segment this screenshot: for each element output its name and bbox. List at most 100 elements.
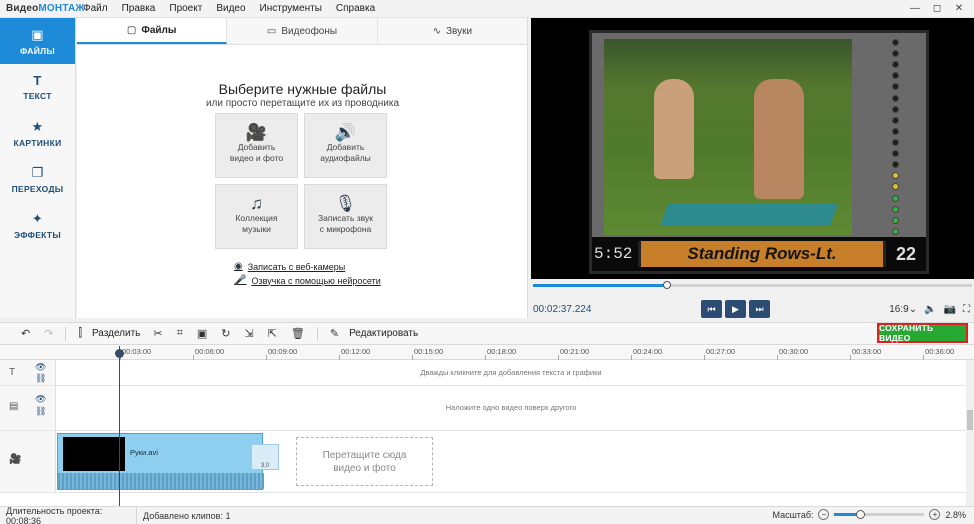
music-collection-button[interactable]: ♫ Коллекция музыки [215,184,298,249]
tile-label-line2: с микрофона [319,224,372,234]
tab-sounds[interactable]: ∿ Звуки [378,18,527,44]
voice-icon: 🎤 [234,275,247,286]
clip-name: Руки.avi [130,448,158,457]
menu-bar: Файл Правка Проект Видео Инструменты Спр… [76,3,382,14]
ruler-tick-label: 00:18:00 [487,347,517,356]
zoom-knob[interactable] [855,510,865,519]
menu-help[interactable]: Справка [329,3,382,14]
title-bar: ВидеоМОНТАЖ Файл Правка Проект Видео Инс… [0,0,974,18]
rotate-icon[interactable]: ↻ [214,327,237,340]
tab-label: Файлы [141,24,177,36]
caption-time: 5:52 [594,245,633,263]
ruler-tick-label: 00:24:00 [633,347,663,356]
record-microphone-button[interactable]: 🎙 Записать звук с микрофона [304,184,387,249]
text-track[interactable]: T 👁 ⛓ Дважды кликните для добавления тек… [0,360,966,386]
redo-icon[interactable]: ↷ [37,327,60,340]
tab-label: Звуки [445,25,473,37]
microphone-icon: 🎙 [334,194,357,213]
split-button[interactable]: Разделить [89,328,146,339]
close-icon[interactable]: ✕ [948,0,970,18]
sidebar-item-pictures[interactable]: ★ КАРТИНКИ [0,110,75,156]
video-clip[interactable]: Руки.avi [57,433,264,490]
overlay-track[interactable]: ▤ 👁 ⛓ Наложите одно видео поверх другого [0,386,966,431]
clips-label: Добавлено клипов: [143,510,223,521]
clip-audio-waveform [58,473,264,489]
menu-project[interactable]: Проект [162,3,209,14]
timeline-scrollbar[interactable] [966,360,974,506]
snapshot-icon[interactable]: 📷 [944,304,956,315]
zoom-in-icon[interactable]: + [929,509,941,520]
add-video-photo-button[interactable]: 🎥 Добавить видео и фото [215,113,298,178]
drop-zone[interactable]: Перетащите сюда видео и фото [296,437,433,486]
zoom-label: Масштаб: [772,509,814,520]
video-frame: 5:52 Standing Rows-Lt. 22 [589,30,929,274]
undo-icon[interactable]: ↶ [14,327,37,340]
link-label: Озвучка с помощью нейросети [251,275,381,286]
sidebar-item-text[interactable]: T ТЕКСТ [0,64,75,110]
minimize-icon[interactable]: — [904,0,926,18]
progress-fill [533,284,667,287]
magic-wand-icon: ✦ [31,210,44,226]
link-icon[interactable]: ⛓ [35,373,46,384]
text-icon: T [33,73,42,88]
frame-icon[interactable]: ▣ [190,327,214,340]
next-button[interactable]: ⏭ [749,300,770,318]
eye-icon[interactable]: 👁 [35,362,46,373]
insert-icon[interactable]: ⇱ [261,327,284,340]
tab-files[interactable]: ▢ Файлы [77,18,228,44]
menu-video[interactable]: Видео [209,3,252,14]
video-preview[interactable]: 5:52 Standing Rows-Lt. 22 [531,18,974,279]
video-scene [604,39,852,235]
aspect-ratio-select[interactable]: 16:9⌄ [889,304,917,315]
ai-voiceover-link[interactable]: 🎤 Озвучка с помощью нейросети [234,275,381,286]
zoom-slider[interactable] [834,510,925,519]
save-video-button[interactable]: СОХРАНИТЬ ВИДЕО [877,323,968,343]
link-icon[interactable]: ⛓ [35,406,46,417]
panel-subtitle: или просто перетащите их из проводника [205,98,400,109]
export-frame-icon[interactable]: ⇲ [237,327,260,340]
edit-button[interactable]: Редактировать [346,328,424,339]
clip-transition-placeholder[interactable]: 3,0 [251,444,279,470]
timeline-ruler[interactable]: 00:03:00 00:06:00 00:09:00 00:12:00 00:15:00… [0,345,974,360]
crop-icon[interactable]: ⌗ [170,327,190,340]
tab-video-backgrounds[interactable]: ▭ Видеофоны [227,18,378,44]
sidebar-item-files[interactable]: ▣ ФАЙЛЫ [0,18,75,64]
ruler-tick-label: 00:15:00 [414,347,444,356]
scrollbar-thumb[interactable] [967,410,973,430]
menu-tools[interactable]: Инструменты [253,3,329,14]
ruler-tick-label: 00:21:00 [560,347,590,356]
ruler-tick-label: 00:09:00 [268,347,298,356]
menu-file[interactable]: Файл [76,3,115,14]
sidebar-item-transitions[interactable]: ❐ ПЕРЕХОДЫ [0,156,75,202]
progress-knob[interactable] [662,281,671,289]
delete-icon[interactable]: 🗑 [284,327,312,340]
duration-value: 00:08:36 [6,515,42,524]
fullscreen-icon[interactable]: ⛶ [963,304,970,315]
transitions-icon: ❐ [31,164,44,180]
split-icon[interactable]: ⫿ [71,327,89,340]
eye-icon[interactable]: 👁 [35,394,46,405]
sidebar-item-effects[interactable]: ✦ ЭФФЕКТЫ [0,202,75,248]
sidebar-item-label: КАРТИНКИ [13,137,62,148]
playhead-line[interactable] [119,346,120,506]
transport-buttons: ⏮ ▶ ⏭ [701,300,770,318]
tile-label-line2: аудиофайлы [320,153,371,163]
record-webcam-link[interactable]: ◉ Записать с веб-камеры [234,261,345,272]
play-button[interactable]: ▶ [725,300,746,318]
maximize-icon[interactable]: ◻ [926,0,948,18]
cut-icon[interactable]: ✂ [146,327,169,340]
folder-icon: ▣ [31,26,44,42]
volume-icon[interactable]: 🔈 [924,304,936,315]
zoom-out-icon[interactable]: − [818,509,830,520]
text-track-hint: Дважды кликните для добавления текста и … [420,368,602,377]
menu-edit[interactable]: Правка [115,3,163,14]
playhead-handle[interactable] [115,349,124,358]
add-audio-button[interactable]: 🔊 Добавить аудиофайлы [304,113,387,178]
text-track-icon: T [9,367,16,378]
playback-progress[interactable] [531,279,974,293]
edit-icon[interactable]: ✎ [323,327,346,340]
toolbar-divider [65,326,67,341]
caption-number: 22 [895,243,917,264]
edit-toolbar: ↶ ↷ ⫿ Разделить ✂ ⌗ ▣ ↻ ⇲ ⇱ 🗑 ✎ Редактир… [0,322,974,345]
previous-button[interactable]: ⏮ [701,300,722,318]
